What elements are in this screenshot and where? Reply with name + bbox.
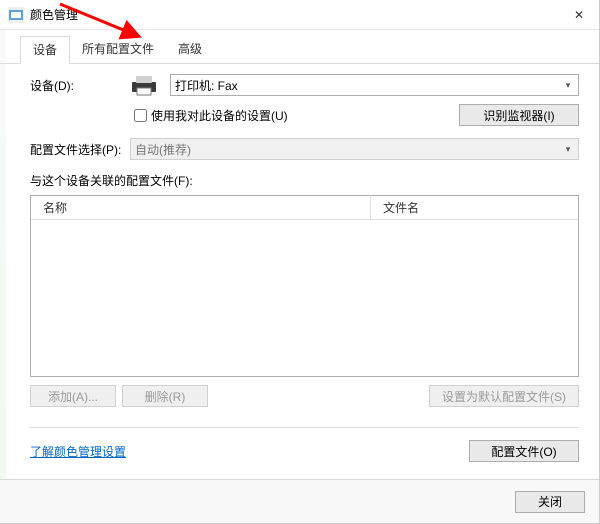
identify-monitors-button[interactable]: 识别监视器(I) — [459, 104, 579, 126]
button-label: 设置为默认配置文件(S) — [442, 388, 566, 405]
tabs: 设备 所有配置文件 高级 — [0, 30, 599, 64]
window-title: 颜色管理 — [30, 6, 559, 23]
profile-select-combo: 自动(推荐) ▾ — [130, 138, 579, 160]
tab-all-profiles[interactable]: 所有配置文件 — [70, 36, 166, 63]
device-label: 设备(D): — [30, 77, 130, 94]
tab-label: 设备 — [33, 43, 57, 57]
printer-icon — [130, 74, 158, 96]
button-label: 配置文件(O) — [491, 443, 556, 460]
button-label: 删除(R) — [145, 388, 186, 405]
decorative-edge — [0, 30, 6, 523]
learn-more-link[interactable]: 了解颜色管理设置 — [30, 443, 126, 460]
bottom-row: 了解颜色管理设置 配置文件(O) — [30, 438, 579, 470]
remove-button: 删除(R) — [122, 385, 208, 407]
profiles-button[interactable]: 配置文件(O) — [469, 440, 579, 462]
tab-label: 高级 — [178, 42, 202, 56]
use-my-settings-checkbox[interactable]: 使用我对此设备的设置(U) — [130, 106, 288, 125]
associated-profiles-label: 与这个设备关联的配置文件(F): — [30, 172, 579, 189]
dialog-footer: 关闭 — [0, 479, 599, 523]
profile-select-label: 配置文件选择(P): — [30, 141, 130, 158]
profiles-listview[interactable]: 名称 文件名 — [30, 195, 579, 377]
close-button[interactable]: ✕ — [559, 0, 599, 30]
device-row: 设备(D): 打印机: Fax ▾ — [30, 74, 579, 96]
close-icon: ✕ — [574, 8, 584, 22]
add-button: 添加(A)... — [30, 385, 116, 407]
listview-header: 名称 文件名 — [31, 196, 578, 220]
titlebar: 颜色管理 ✕ — [0, 0, 599, 30]
chevron-down-icon: ▾ — [560, 141, 576, 157]
column-name[interactable]: 名称 — [31, 195, 371, 220]
profile-select-value: 自动(推荐) — [135, 141, 191, 158]
button-label: 识别监视器(I) — [483, 107, 554, 124]
content-pane: 设备(D): 打印机: Fax ▾ 使用我对此设备的设置(U) — [0, 64, 599, 470]
set-default-button: 设置为默认配置文件(S) — [429, 385, 579, 407]
column-filename[interactable]: 文件名 — [371, 195, 578, 220]
tab-advanced[interactable]: 高级 — [166, 36, 214, 63]
button-label: 添加(A)... — [48, 388, 98, 405]
tab-device[interactable]: 设备 — [20, 36, 70, 64]
checkbox-label: 使用我对此设备的设置(U) — [151, 107, 288, 124]
device-select-value: 打印机: Fax — [175, 77, 238, 94]
tab-label: 所有配置文件 — [82, 42, 154, 56]
chevron-down-icon: ▾ — [560, 77, 576, 93]
checkbox-input[interactable] — [134, 109, 147, 122]
close-dialog-button[interactable]: 关闭 — [515, 491, 585, 513]
list-button-row: 添加(A)... 删除(R) 设置为默认配置文件(S) — [30, 385, 579, 407]
device-select[interactable]: 打印机: Fax ▾ — [170, 74, 579, 96]
app-icon — [8, 7, 24, 23]
divider — [30, 427, 579, 428]
button-label: 关闭 — [538, 493, 562, 510]
